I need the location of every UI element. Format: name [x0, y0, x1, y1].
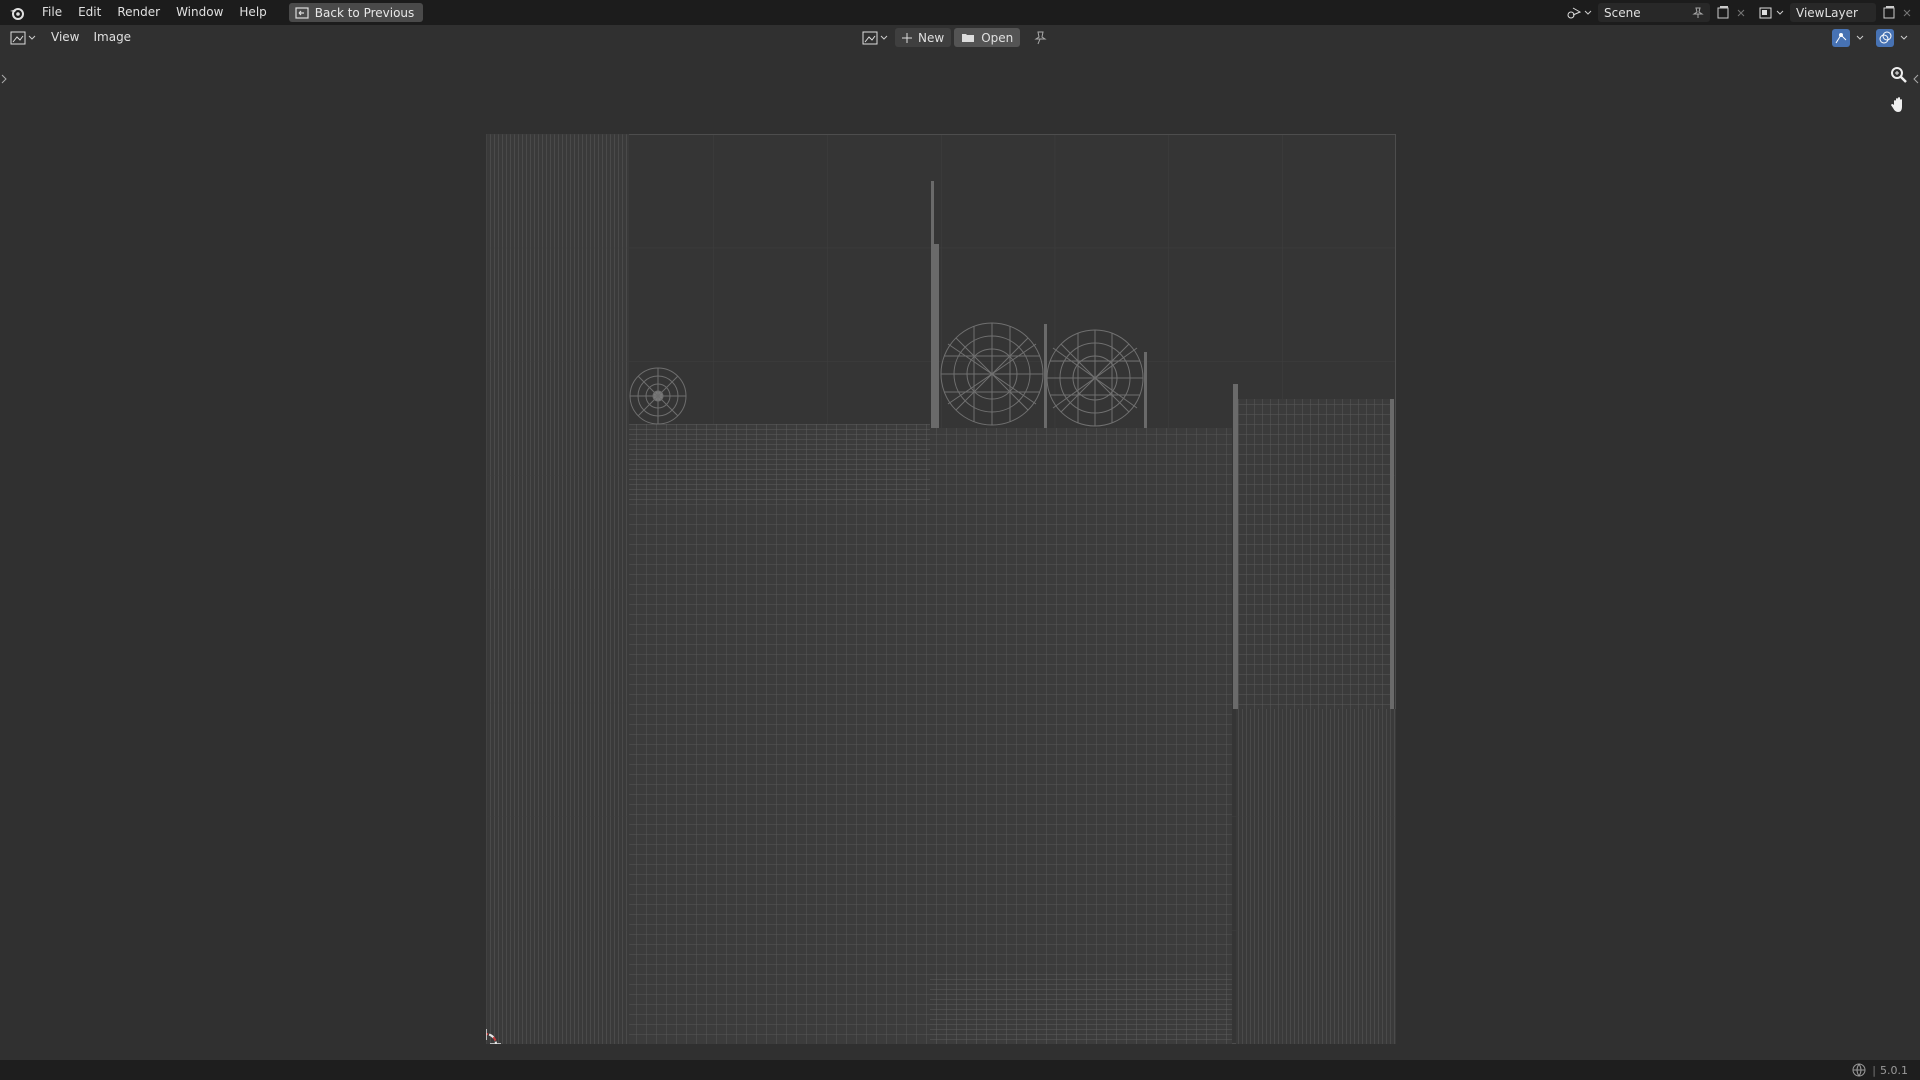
image-editor-icon — [10, 31, 26, 45]
overlay-tools — [1832, 28, 1908, 47]
scene-selector-button[interactable] — [1566, 6, 1592, 20]
chevron-down-icon — [880, 35, 888, 41]
chevron-down-icon[interactable] — [1856, 35, 1864, 41]
back-to-previous-label: Back to Previous — [314, 5, 415, 20]
uv-island-center-left — [629, 424, 930, 1044]
pin-icon[interactable] — [1033, 31, 1047, 45]
uv-sphere-right — [1046, 329, 1144, 427]
delete-view-layer-icon[interactable] — [1902, 8, 1912, 18]
new-view-layer-icon[interactable] — [1882, 5, 1896, 20]
menu-edit[interactable]: Edit — [70, 0, 109, 25]
back-to-previous-button[interactable]: Back to Previous — [288, 3, 424, 22]
uv-small-disc — [629, 367, 687, 425]
browse-image-button[interactable] — [862, 31, 888, 45]
sidebar-expand-arrow[interactable] — [1, 74, 7, 84]
overlay-toggle-icon[interactable] — [1876, 28, 1894, 47]
editor-type-button[interactable] — [10, 28, 38, 47]
scene-name: Scene — [1604, 5, 1641, 20]
view-layer-field[interactable]: ViewLayer — [1790, 3, 1876, 22]
uv-editor-viewport[interactable] — [0, 50, 1920, 1060]
new-image-label: New — [918, 30, 945, 45]
menu-file[interactable]: File — [34, 0, 70, 25]
toolbar-expand-arrow[interactable] — [1913, 74, 1919, 84]
scene-name-field[interactable]: Scene — [1598, 3, 1710, 22]
delete-scene-icon[interactable] — [1736, 8, 1746, 18]
menu-window[interactable]: Window — [168, 0, 231, 25]
back-screen-icon — [295, 6, 309, 19]
top-right-controls: Scene ViewLayer — [1566, 0, 1920, 25]
menu-image[interactable]: Image — [86, 25, 138, 50]
pin-icon[interactable] — [1692, 7, 1704, 19]
open-image-label: Open — [981, 30, 1014, 45]
uv-canvas[interactable] — [486, 134, 1396, 1044]
folder-icon — [961, 32, 975, 43]
new-scene-icon[interactable] — [1716, 5, 1730, 20]
menu-render[interactable]: Render — [109, 0, 168, 25]
chevron-down-icon — [1584, 10, 1592, 16]
uv-island-left-strip — [486, 134, 629, 1044]
status-separator: | — [1872, 1063, 1876, 1077]
menu-view[interactable]: View — [44, 25, 86, 50]
view-layer-selector-button[interactable] — [1758, 6, 1784, 20]
open-image-button[interactable]: Open — [954, 28, 1021, 47]
chevron-down-icon[interactable] — [1900, 35, 1908, 41]
globe-icon[interactable] — [1852, 1063, 1866, 1077]
uv-island-right-upper — [1236, 399, 1394, 709]
hand-icon[interactable] — [1888, 94, 1910, 116]
gizmo-toggle-icon[interactable] — [1832, 28, 1850, 47]
image-tools: New Open — [862, 28, 1047, 47]
version-label: 5.0.1 — [1880, 1063, 1908, 1077]
uv-island-center-right — [930, 428, 1232, 1044]
view-layer-icon — [1758, 6, 1774, 20]
top-bar: File Edit Render Window Help Back to Pre… — [0, 0, 1920, 25]
plus-icon — [902, 32, 912, 43]
zoom-icon[interactable] — [1888, 64, 1910, 86]
blender-logo-icon[interactable] — [0, 0, 34, 25]
status-bar: | 5.0.1 — [0, 1060, 1920, 1080]
view-layer-name: ViewLayer — [1796, 5, 1858, 20]
uv-island-right-lower — [1236, 709, 1396, 1044]
chevron-down-icon — [28, 35, 36, 41]
chevron-down-icon — [1776, 10, 1784, 16]
menu-help[interactable]: Help — [231, 0, 274, 25]
image-browse-icon — [862, 31, 878, 45]
scene-icon — [1566, 6, 1582, 20]
new-image-button[interactable]: New — [895, 28, 952, 47]
uv-sphere-left — [940, 322, 1044, 426]
